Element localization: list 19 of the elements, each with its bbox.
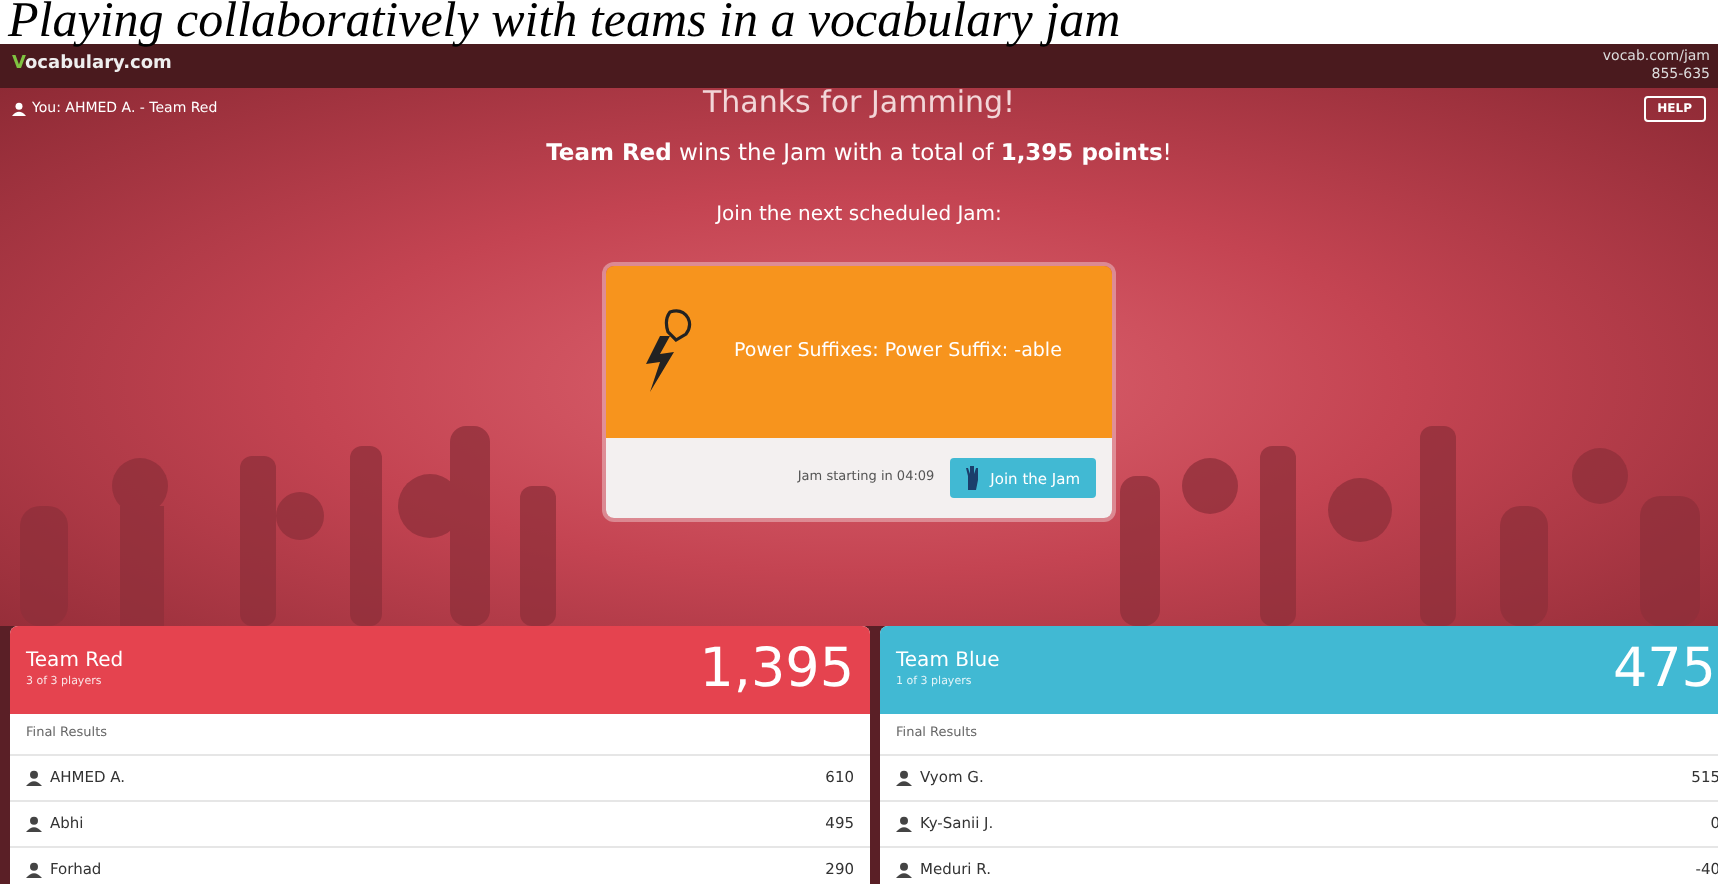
next-jam-label: Join the next scheduled Jam:: [713, 202, 1004, 231]
logo[interactable]: Vocabulary.com: [12, 52, 172, 80]
caption: Playing collaboratively with teams in a vocabulary jam: [5, 0, 1123, 44]
team-name: Team Blue: [896, 650, 1000, 674]
page-title: Thanks for Jamming!: [702, 88, 1016, 120]
team-score: 1,395: [699, 640, 854, 700]
hand-icon: [966, 466, 981, 491]
user-icon: [896, 862, 912, 878]
jam-title: Power Suffixes: Power Suffix: -able: [734, 338, 1062, 367]
user-icon: [12, 101, 26, 115]
user-icon: [26, 770, 42, 786]
team-score: 475: [1612, 640, 1716, 700]
user-icon: [896, 816, 912, 832]
team-name: Team Red: [26, 650, 124, 674]
user-icon: [26, 816, 42, 832]
user-icon: [896, 770, 912, 786]
fist-lightning-icon: [642, 308, 694, 397]
user-icon: [26, 862, 42, 878]
winner-message: Team Red wins the Jam with a total of 1,395 points!: [544, 136, 1174, 170]
